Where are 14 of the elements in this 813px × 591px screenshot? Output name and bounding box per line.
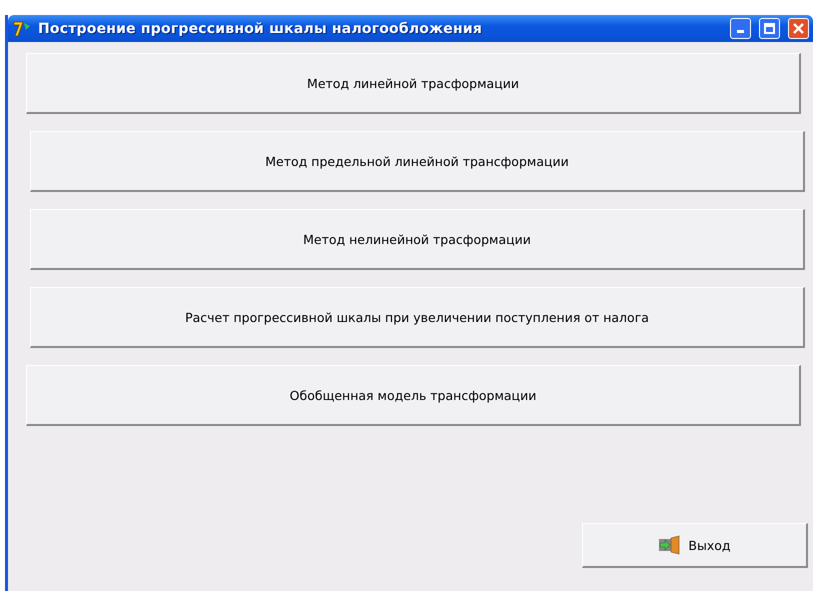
maximize-icon (764, 23, 775, 34)
window-title: Построение прогрессивной шкалы налогообложения (38, 20, 484, 36)
method-button[interactable]: Расчет прогрессивной шкалы при увеличении поступления от налога (30, 287, 805, 348)
method-button[interactable]: Метод предельной линейной трансформации (30, 131, 805, 192)
close-icon (793, 23, 804, 34)
app-icon (12, 20, 32, 38)
door-icon (658, 535, 682, 555)
minimize-button[interactable] (730, 18, 751, 39)
close-button[interactable] (788, 18, 809, 39)
method-button[interactable]: Метод линейной трасформации (26, 53, 801, 114)
method-button[interactable]: Обобщенная модель трансформации (26, 365, 801, 426)
method-button[interactable]: Метод нелинейной трасформации (30, 209, 805, 270)
maximize-button[interactable] (759, 18, 780, 39)
exit-button[interactable]: Выход (582, 523, 808, 568)
